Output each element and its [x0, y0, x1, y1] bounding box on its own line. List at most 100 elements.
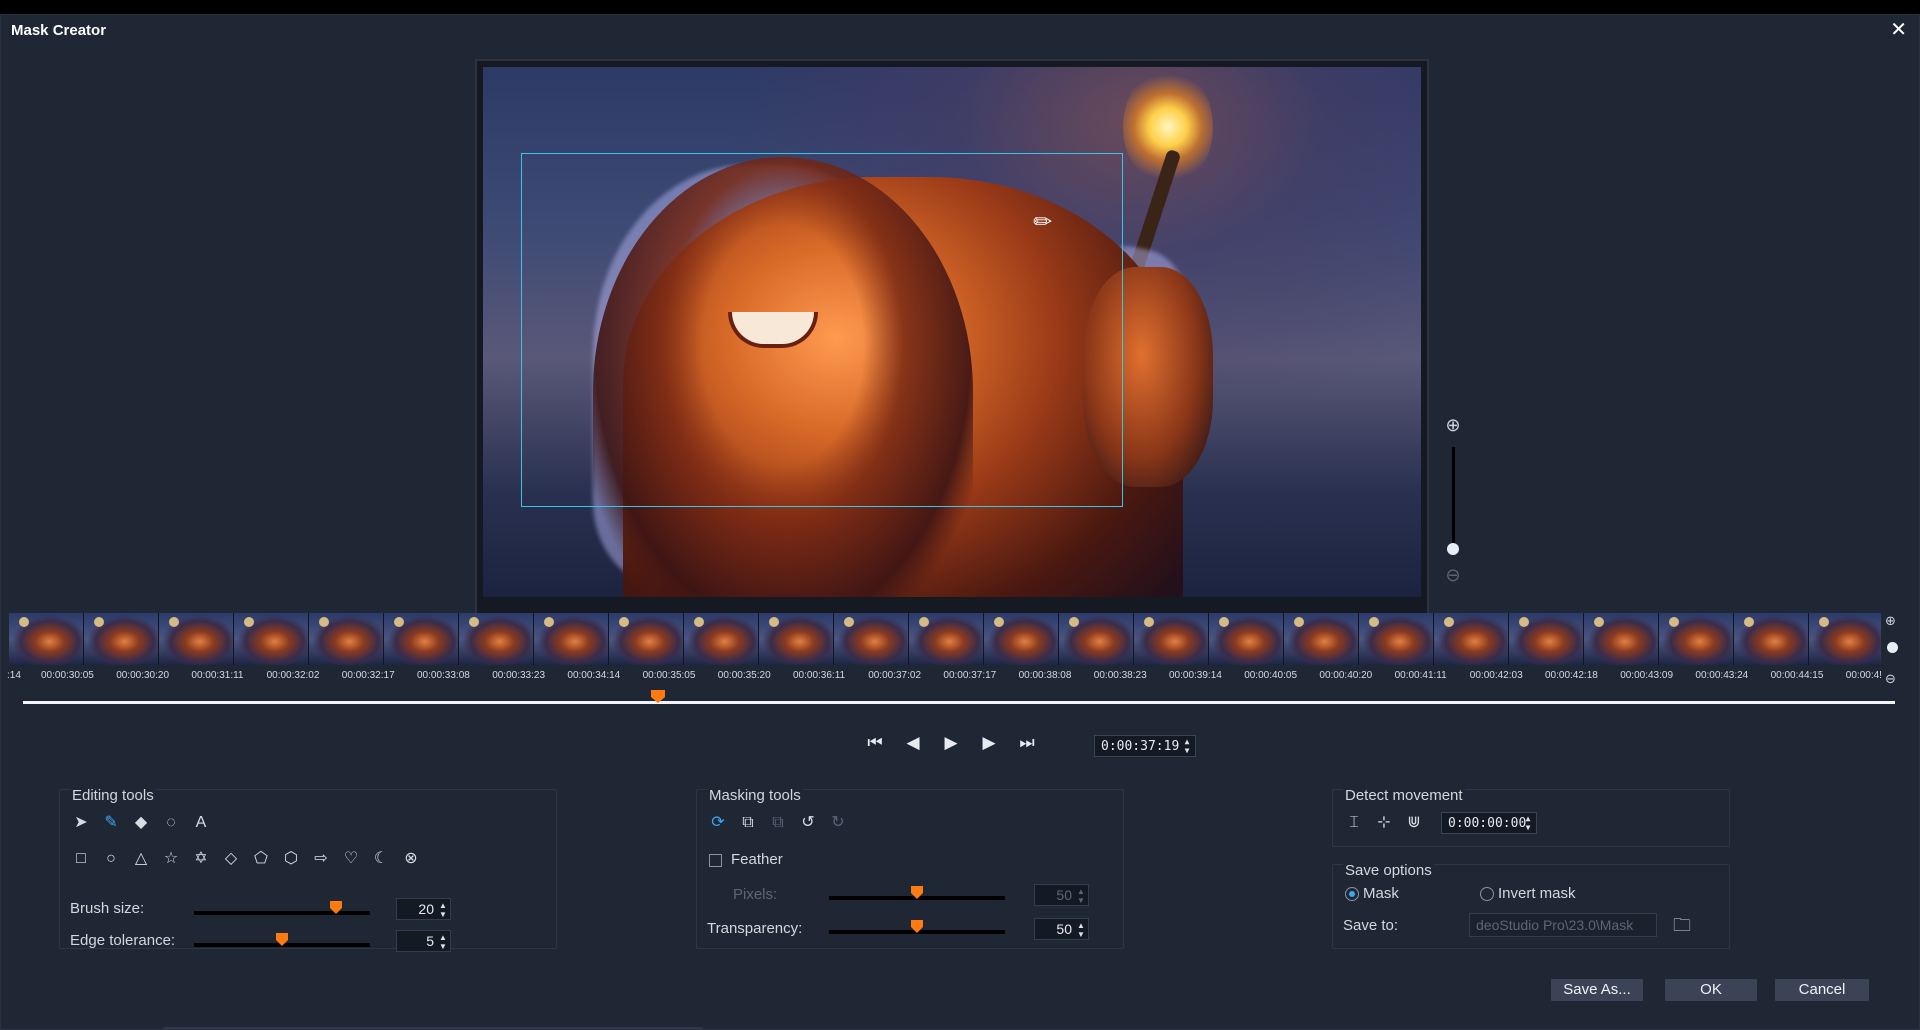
badge-star-icon[interactable]: ✡ [186, 848, 216, 870]
previous-frame-icon[interactable]: ◀ [901, 731, 925, 755]
play-icon[interactable]: ▶ [939, 731, 963, 755]
edge-tolerance-field[interactable]: 5 ▲ ▼ [396, 930, 451, 952]
edge-tolerance-spinner[interactable]: ▲ ▼ [438, 933, 448, 951]
brush-size-field[interactable]: 20 ▲ ▼ [396, 898, 451, 920]
filmstrip-frame[interactable] [9, 613, 84, 665]
filmstrip-frame[interactable] [1584, 613, 1659, 665]
horizontal-scrollbar[interactable] [163, 1027, 703, 1029]
track-frame-icon[interactable]: ⊹ [1369, 812, 1399, 834]
go-to-end-icon[interactable]: ⏭ [1015, 731, 1039, 755]
edge-tolerance-slider[interactable] [194, 933, 370, 947]
filmstrip-frame[interactable] [1509, 613, 1584, 665]
close-icon[interactable]: ✕ [1890, 17, 1907, 42]
filmstrip-frame[interactable] [609, 613, 684, 665]
pixels-spinner[interactable]: ▲ ▼ [1076, 887, 1086, 905]
pentagon-icon[interactable]: ⬠ [246, 848, 276, 870]
next-frame-icon[interactable]: ▶ [977, 731, 1001, 755]
cancel-button[interactable]: Cancel [1775, 979, 1869, 1001]
crescent-icon[interactable]: ☾ [366, 848, 396, 870]
arrow-shape-icon[interactable]: ⇨ [306, 848, 336, 870]
detect-timecode-spinner[interactable]: ▲ ▼ [1523, 814, 1533, 832]
filmstrip-frame[interactable] [1434, 613, 1509, 665]
diamond-icon[interactable]: ◇ [216, 848, 246, 870]
brush-size-thumb[interactable] [330, 901, 342, 915]
filmstrip-frame[interactable] [234, 613, 309, 665]
track-to-end-icon[interactable]: ⌶ [1339, 812, 1369, 834]
transparency-thumb[interactable] [911, 920, 923, 934]
paste-mask-icon[interactable]: ⧉ [763, 812, 793, 834]
invert-mask-radio[interactable] [1480, 887, 1494, 901]
magic-lasso-icon[interactable]: ⟳ [703, 812, 733, 834]
pixels-slider[interactable] [829, 886, 1005, 900]
rectangle-icon[interactable]: □ [66, 848, 96, 870]
text-tool-icon[interactable]: A [186, 812, 216, 834]
filmstrip[interactable] [9, 613, 1881, 665]
select-arrow-icon[interactable]: ➤ [66, 812, 96, 834]
transparency-field[interactable]: 50 ▲ ▼ [1034, 918, 1089, 940]
filmstrip-zoom-in-icon[interactable]: ⊕ [1885, 613, 1896, 629]
triangle-icon[interactable]: △ [126, 848, 156, 870]
current-timecode-field[interactable]: 0:00:37:19 ▲ ▼ [1094, 735, 1196, 757]
filmstrip-frame[interactable] [1059, 613, 1134, 665]
pixels-field[interactable]: 50 ▲ ▼ [1034, 884, 1089, 906]
filmstrip-frame[interactable] [1809, 613, 1881, 665]
lasso-icon[interactable]: ◌ [156, 812, 186, 834]
filmstrip-frame[interactable] [1359, 613, 1434, 665]
filmstrip-frame[interactable] [1134, 613, 1209, 665]
feather-checkbox[interactable] [709, 854, 722, 867]
filmstrip-zoom-knob[interactable] [1887, 642, 1898, 653]
heart-icon[interactable]: ♡ [336, 848, 366, 870]
undo-icon[interactable]: ↺ [793, 812, 823, 834]
filmstrip-frame[interactable] [159, 613, 234, 665]
filmstrip-frame[interactable] [1209, 613, 1284, 665]
hexagon-icon[interactable]: ⬡ [276, 848, 306, 870]
filmstrip-frame[interactable] [309, 613, 384, 665]
filmstrip-frame[interactable] [759, 613, 834, 665]
timecode-label: 00:00:35:05 [642, 670, 696, 681]
folder-icon[interactable]: 🗀 [1673, 913, 1691, 943]
filmstrip-frame[interactable] [1284, 613, 1359, 665]
edge-tolerance-thumb[interactable] [276, 933, 288, 947]
filmstrip-zoom-out-icon[interactable]: ⊖ [1885, 671, 1896, 687]
video-preview[interactable]: ✎ [483, 67, 1421, 597]
brush-icon[interactable]: ✎ [96, 812, 126, 834]
clear-shape-icon[interactable]: ⊗ [396, 848, 426, 870]
timeline-track[interactable] [23, 701, 1895, 704]
save-to-path-field[interactable]: deoStudio Pro\23.0\Mask [1469, 913, 1657, 937]
transparency-slider[interactable] [829, 920, 1005, 934]
brush-size-spinner[interactable]: ▲ ▼ [438, 901, 448, 919]
zoom-out-icon[interactable]: ⊖ [1443, 565, 1463, 585]
go-to-start-icon[interactable]: ⏮ [863, 731, 887, 755]
filmstrip-frame[interactable] [909, 613, 984, 665]
mask-bounding-box[interactable] [521, 153, 1123, 507]
zoom-track[interactable] [1452, 447, 1455, 547]
eraser-icon[interactable]: ◆ [126, 812, 156, 834]
zoom-in-icon[interactable]: ⊕ [1443, 415, 1463, 435]
ellipse-icon[interactable]: ○ [96, 848, 126, 870]
ok-button[interactable]: OK [1665, 979, 1757, 1001]
detect-timecode-field[interactable]: 0:00:00:00 ▲ ▼ [1441, 812, 1537, 834]
zoom-slider-knob[interactable] [1447, 543, 1459, 555]
brush-size-slider[interactable] [194, 901, 370, 915]
redo-icon[interactable]: ↻ [823, 812, 853, 834]
star-icon[interactable]: ☆ [156, 848, 186, 870]
mask-radio[interactable] [1345, 887, 1359, 901]
transparency-spinner[interactable]: ▲ ▼ [1076, 921, 1086, 939]
filmstrip-frame[interactable] [84, 613, 159, 665]
filmstrip-frame[interactable] [984, 613, 1059, 665]
filmstrip-frame[interactable] [1659, 613, 1734, 665]
timecode-spinner[interactable]: ▲ ▼ [1182, 737, 1192, 755]
filmstrip-frame[interactable] [1734, 613, 1809, 665]
filmstrip-frame[interactable] [834, 613, 909, 665]
filmstrip-frame[interactable] [534, 613, 609, 665]
timecode-label: 00:00:36:11 [793, 670, 846, 681]
pixels-thumb[interactable] [911, 886, 923, 900]
playhead[interactable] [651, 690, 665, 704]
track-range-icon[interactable]: ⋓ [1399, 812, 1429, 834]
filmstrip-frame[interactable] [384, 613, 459, 665]
filmstrip-frame[interactable] [684, 613, 759, 665]
save-as-button[interactable]: Save As... [1551, 979, 1643, 1001]
filmstrip-frame[interactable] [459, 613, 534, 665]
copy-mask-icon[interactable]: ⧉ [733, 812, 763, 834]
brush-size-value: 20 [418, 901, 434, 917]
